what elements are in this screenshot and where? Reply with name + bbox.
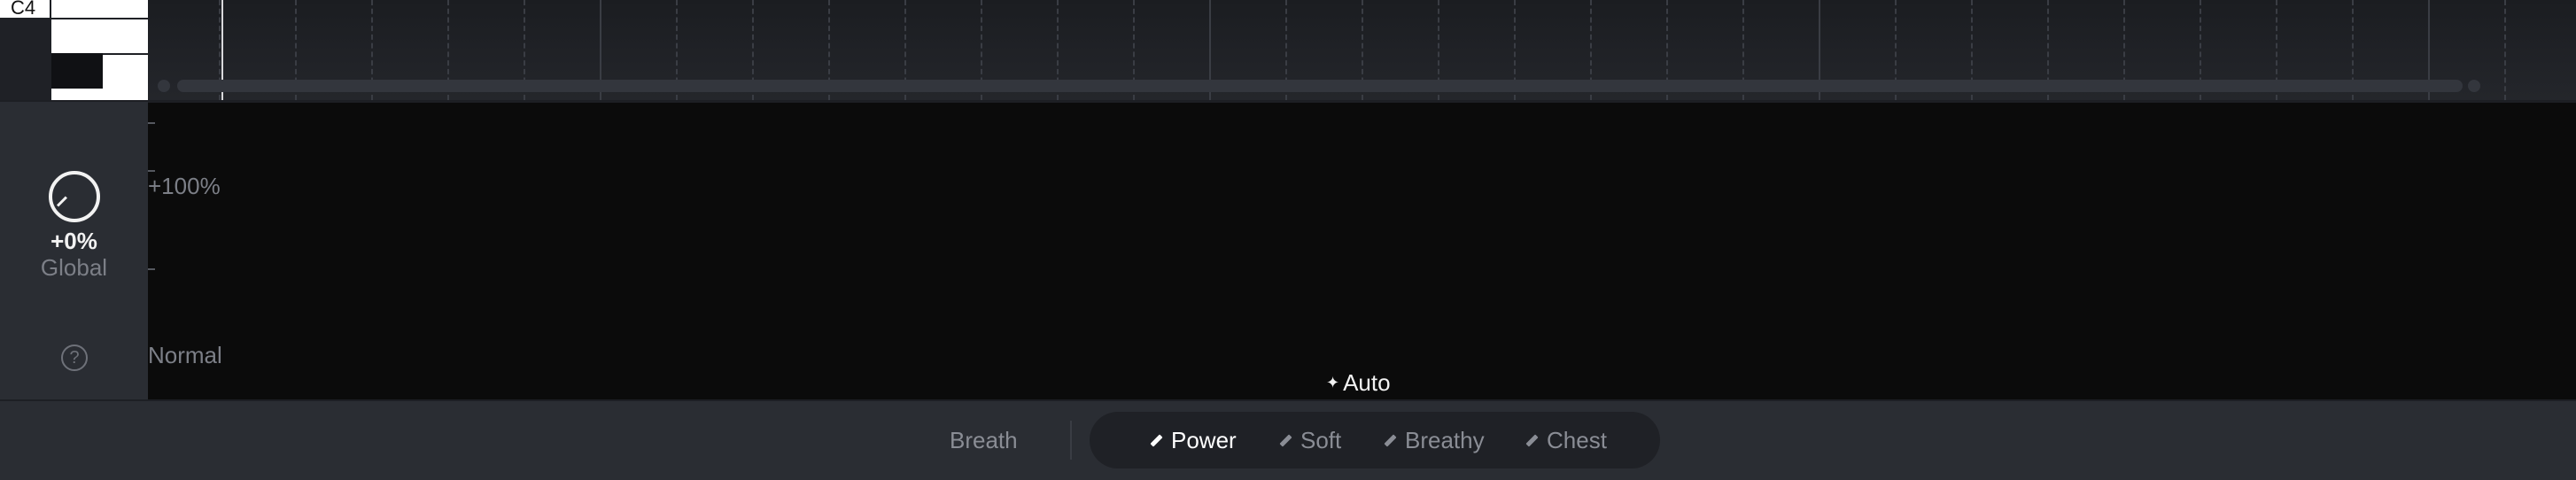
knob-value: +0% <box>50 228 97 254</box>
lane-max-label: +100% <box>148 173 221 199</box>
mode-power[interactable]: Power <box>1148 427 1237 453</box>
lane-tick <box>148 268 155 270</box>
note-label-c4: C4 <box>0 0 51 18</box>
piano-white-key[interactable] <box>51 0 148 18</box>
pencil-icon <box>1382 432 1398 448</box>
mode-breathy-label: Breathy <box>1405 426 1485 453</box>
global-knob[interactable] <box>49 171 100 222</box>
mode-breathy[interactable]: Breathy <box>1382 427 1485 453</box>
pencil-icon <box>1277 432 1293 448</box>
piano-white-key[interactable] <box>51 19 148 53</box>
pencil-icon <box>1148 432 1164 448</box>
parameter-side-panel: +0% Global ? <box>0 100 148 401</box>
piano-keyboard[interactable]: C4 <box>0 0 148 100</box>
auto-strip: ✦ Auto <box>148 366 2576 399</box>
mode-soft[interactable]: Soft <box>1277 427 1341 453</box>
pencil-icon <box>1524 432 1540 448</box>
mode-bar: Breath Power Soft Breathy Chest <box>0 399 2576 480</box>
mode-chest[interactable]: Chest <box>1524 427 1607 453</box>
auto-button[interactable]: ✦ Auto <box>1326 369 1391 396</box>
mode-breath[interactable]: Breath <box>950 427 1018 454</box>
lane-tick <box>148 170 155 172</box>
piano-white-key-edge <box>51 89 103 100</box>
automation-lane[interactable]: +100% Normal <box>148 100 2576 368</box>
lane-tick <box>148 122 155 124</box>
knob-label: Global <box>40 254 108 281</box>
scroll-right-handle[interactable] <box>2468 80 2480 92</box>
auto-button-label: Auto <box>1343 368 1391 396</box>
mode-soft-label: Soft <box>1300 426 1342 453</box>
mode-pill-group: Power Soft Breathy Chest <box>1090 412 1660 468</box>
help-icon[interactable]: ? <box>61 345 88 371</box>
mode-separator <box>1070 421 1072 460</box>
mode-chest-label: Chest <box>1547 426 1607 453</box>
grid-line <box>2504 0 2506 100</box>
horizontal-scrollbar[interactable] <box>177 80 2463 92</box>
scroll-left-handle[interactable] <box>158 80 170 92</box>
mode-power-label: Power <box>1171 426 1237 453</box>
piano-roll-strip: C4 <box>0 0 2576 100</box>
piano-black-key[interactable] <box>51 53 103 89</box>
sparkle-icon: ✦ <box>1326 373 1340 391</box>
